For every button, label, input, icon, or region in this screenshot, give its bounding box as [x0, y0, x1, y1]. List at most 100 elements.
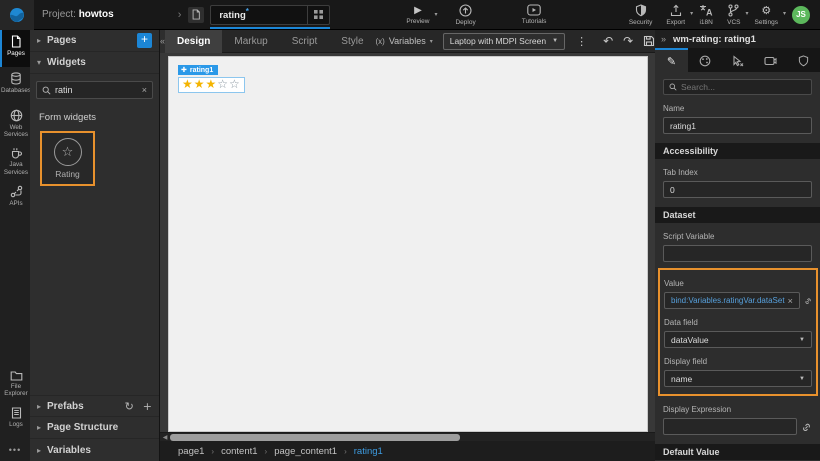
- display-expression-label: Display Expression: [663, 405, 812, 414]
- name-label: Name: [663, 104, 812, 113]
- widgets-section-header[interactable]: ▾ Widgets: [30, 52, 159, 74]
- prefabs-section-header[interactable]: ▸ Prefabs ↻ +: [30, 395, 159, 417]
- name-input[interactable]: [670, 121, 805, 131]
- tab-events[interactable]: [721, 48, 754, 72]
- horizontal-scrollbar[interactable]: ◀: [160, 432, 655, 441]
- properties-panel-header: » wm-rating: rating1: [655, 30, 820, 48]
- name-field-wrap: [663, 117, 812, 134]
- redo-icon[interactable]: ↷: [618, 34, 638, 48]
- tab-device[interactable]: [754, 48, 787, 72]
- accessibility-section-header[interactable]: Accessibility: [655, 143, 820, 159]
- kebab-menu-icon[interactable]: ⋮: [571, 35, 592, 48]
- clear-search-icon[interactable]: ×: [142, 85, 147, 95]
- pages-icon: [10, 35, 22, 48]
- rating-widget-on-canvas[interactable]: ✚ rating1 ★★★☆☆: [178, 59, 245, 93]
- tab-index-input[interactable]: [670, 185, 805, 195]
- rail-item-java-services[interactable]: Java Services: [0, 142, 30, 179]
- coffee-icon: [10, 147, 23, 159]
- widget-search-box[interactable]: ×: [36, 81, 153, 99]
- wavemaker-logo-icon[interactable]: [0, 0, 34, 30]
- expand-panel-icon[interactable]: »: [661, 34, 666, 44]
- display-field-label: Display field: [664, 357, 812, 366]
- rail-item-pages[interactable]: Pages: [0, 30, 30, 67]
- pages-section-header[interactable]: ▸ Pages +: [30, 30, 159, 52]
- i18n-button[interactable]: A i18N: [699, 4, 713, 26]
- preview-button[interactable]: ▶ Preview ▾: [406, 5, 429, 25]
- move-icon: ✚: [181, 66, 187, 74]
- rail-item-web-services[interactable]: Web Services: [0, 104, 30, 142]
- chevron-down-icon: ▾: [37, 58, 41, 67]
- more-options-icon[interactable]: •••: [0, 439, 30, 461]
- deploy-button[interactable]: Deploy: [455, 4, 475, 26]
- widget-selection-tag[interactable]: ✚ rating1: [178, 65, 218, 75]
- shield-icon: [798, 55, 809, 67]
- shield-icon: [635, 4, 647, 17]
- variables-section-header[interactable]: ▸ Variables: [30, 439, 159, 461]
- tab-styles[interactable]: [688, 48, 721, 72]
- value-binding-text: bind:Variables.ratingVar.dataSet: [671, 296, 785, 305]
- rating-widget-tile[interactable]: ☆ Rating: [40, 131, 95, 186]
- script-variable-input[interactable]: [670, 249, 805, 259]
- tab-security[interactable]: [787, 48, 820, 72]
- variables-menu-button[interactable]: (x) Variables ▾: [376, 36, 433, 46]
- vcs-button[interactable]: VCS ▾: [727, 4, 740, 26]
- top-bar: Project: howtos › rating* ▶ Preview ▾ De…: [0, 0, 820, 30]
- add-page-button[interactable]: +: [137, 33, 152, 48]
- dataset-section-header[interactable]: Dataset: [655, 207, 820, 223]
- display-expression-field-wrap: [663, 418, 797, 435]
- branch-icon: [727, 4, 740, 17]
- dashboard-grid-icon[interactable]: [307, 6, 329, 24]
- undo-icon[interactable]: ↶: [598, 34, 618, 48]
- rating-stars[interactable]: ★★★☆☆: [178, 77, 245, 93]
- breadcrumb-page1[interactable]: page1: [178, 446, 204, 457]
- tab-markup[interactable]: Markup: [222, 30, 279, 53]
- breadcrumb-page-content1[interactable]: page_content1: [274, 446, 337, 457]
- data-field-select[interactable]: dataValue ▼: [664, 331, 812, 348]
- user-avatar[interactable]: JS: [792, 6, 810, 24]
- default-value-section-header[interactable]: Default Value: [655, 444, 820, 460]
- display-field-select[interactable]: name ▼: [664, 370, 812, 387]
- properties-search-input[interactable]: [681, 82, 806, 92]
- export-button[interactable]: Export ▾: [666, 4, 685, 26]
- scroll-left-icon[interactable]: ◀: [160, 434, 170, 441]
- folder-icon: [10, 370, 23, 381]
- chevron-down-icon: ▼: [799, 376, 805, 382]
- bind-link-icon[interactable]: [801, 421, 812, 432]
- bind-link-icon[interactable]: [804, 295, 812, 306]
- widget-search-input[interactable]: [55, 85, 138, 95]
- tutorials-button[interactable]: Tutorials: [522, 4, 547, 25]
- database-icon: [10, 72, 22, 85]
- rail-item-file-explorer[interactable]: File Explorer: [0, 365, 30, 402]
- open-page-tab[interactable]: rating*: [210, 5, 330, 25]
- design-canvas[interactable]: ✚ rating1 ★★★☆☆: [168, 56, 648, 432]
- properties-search-box[interactable]: [663, 79, 812, 95]
- selected-widget-title: wm-rating: rating1: [673, 34, 756, 45]
- clear-binding-icon[interactable]: ×: [788, 296, 793, 306]
- scrollbar-thumb[interactable]: [170, 434, 460, 441]
- cursor-click-icon: [732, 55, 744, 67]
- refresh-icon[interactable]: ↻: [125, 400, 134, 413]
- breadcrumb: page1 › content1 › page_content1 › ratin…: [160, 441, 655, 461]
- device-preview-select[interactable]: Laptop with MDPI Screen ▼: [443, 33, 565, 50]
- filled-stars: ★★★: [182, 77, 217, 91]
- tab-design[interactable]: Design: [165, 30, 222, 53]
- rail-item-logs[interactable]: Logs: [0, 402, 30, 439]
- breadcrumb-content1[interactable]: content1: [221, 446, 257, 457]
- tab-script[interactable]: Script: [280, 30, 330, 53]
- tab-style[interactable]: Style: [329, 30, 375, 53]
- chevron-down-icon: ▾: [783, 10, 786, 17]
- page-structure-section-header[interactable]: ▸ Page Structure: [30, 417, 159, 439]
- security-button[interactable]: Security: [629, 4, 652, 26]
- display-expression-input[interactable]: [670, 422, 790, 432]
- rail-item-databases[interactable]: Databases: [0, 67, 30, 104]
- page-file-icon[interactable]: [188, 7, 204, 23]
- settings-button[interactable]: ⚙ Settings ▾: [755, 4, 779, 26]
- value-binding-field[interactable]: bind:Variables.ratingVar.dataSet ×: [664, 292, 800, 309]
- empty-stars: ☆☆: [217, 77, 241, 91]
- search-icon: [669, 83, 677, 91]
- rail-item-apis[interactable]: APIs: [0, 180, 30, 217]
- tab-properties[interactable]: ✎: [655, 48, 688, 72]
- add-prefab-icon[interactable]: +: [143, 400, 152, 413]
- breadcrumb-rating1[interactable]: rating1: [354, 446, 383, 457]
- export-icon: [670, 4, 682, 17]
